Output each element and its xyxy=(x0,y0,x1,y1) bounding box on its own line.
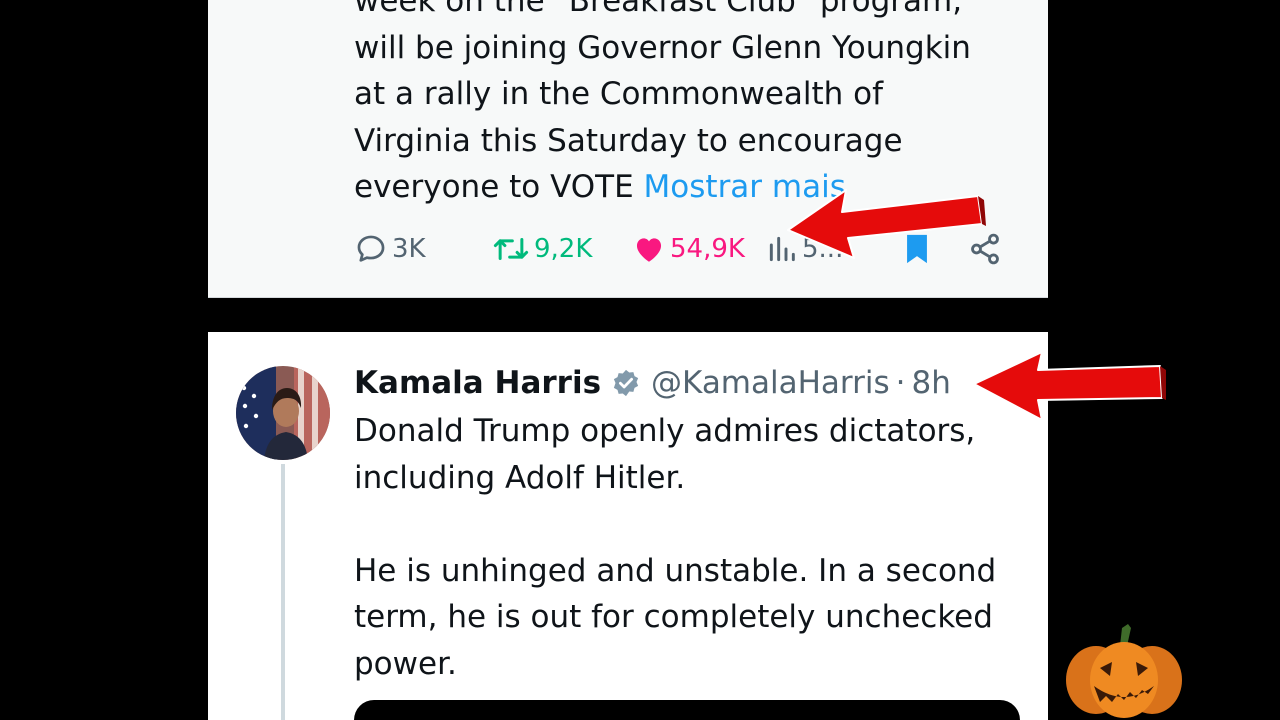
separator-dot: · xyxy=(895,365,906,401)
heart-icon xyxy=(632,232,666,266)
red-arrow-icon xyxy=(973,351,1166,421)
retweet-icon xyxy=(492,232,530,266)
bottom-tweet-card: Kamala Harris @KamalaHarris · 8h Donald … xyxy=(208,332,1048,720)
speech-bubble-icon xyxy=(354,232,388,266)
tweet-text: week on the "Breakfast Club" program, wi… xyxy=(354,0,1034,211)
verified-badge-icon xyxy=(611,368,641,398)
thread-line xyxy=(281,464,285,720)
author-handle[interactable]: @KamalaHarris xyxy=(651,365,890,401)
jack-o-lantern-icon xyxy=(1066,624,1182,718)
tweet-header: Kamala Harris @KamalaHarris · 8h xyxy=(354,360,951,406)
like-count: 54,9K xyxy=(670,234,745,264)
retweet-button[interactable]: 9,2K xyxy=(492,226,592,272)
tweet-text: Donald Trump openly admires dictators, i… xyxy=(354,413,997,682)
like-button[interactable]: 54,9K xyxy=(632,226,745,272)
red-arrow-icon xyxy=(787,189,986,259)
retweet-count: 9,2K xyxy=(534,234,593,264)
reply-count: 3K xyxy=(392,234,426,264)
media-preview[interactable] xyxy=(354,700,1020,720)
timestamp[interactable]: 8h xyxy=(912,365,951,401)
avatar[interactable] xyxy=(236,366,330,460)
reply-button[interactable]: 3K xyxy=(354,226,426,272)
author-name[interactable]: Kamala Harris xyxy=(354,365,601,401)
